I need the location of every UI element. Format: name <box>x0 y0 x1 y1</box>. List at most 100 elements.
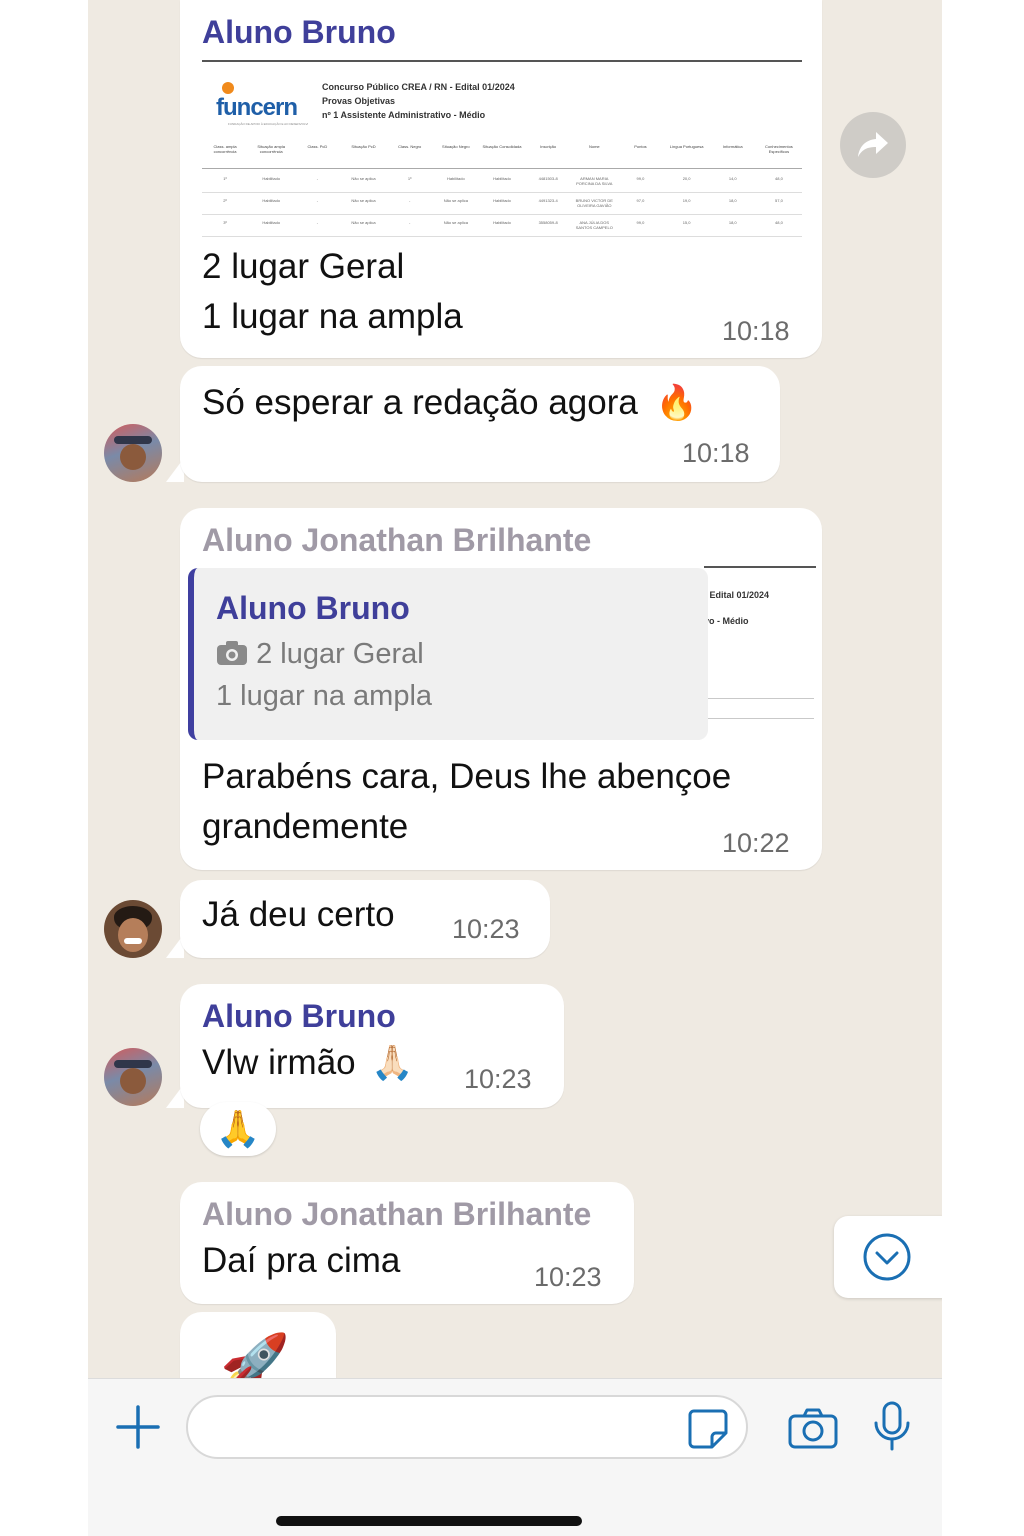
message-bubble[interactable]: Aluno Jonathan Brilhante Daí pra cima 10… <box>180 1182 634 1304</box>
rocket-sticker: 🚀 <box>220 1331 290 1378</box>
table-cell: Habilitado <box>262 220 281 225</box>
results-table: Class. ampla concorrência Situação ampla … <box>202 142 802 242</box>
attach-button[interactable] <box>114 1403 162 1451</box>
document-image[interactable]: funcern FUNDAÇÃO DE APOIO À EDUCAÇÃO E A… <box>202 60 802 242</box>
table-cell: Habilitado <box>262 198 281 203</box>
plus-icon <box>116 1405 160 1449</box>
quoted-sender: Aluno Bruno <box>216 590 410 626</box>
message-bubble[interactable]: Aluno Bruno funcern FUNDAÇÃO DE APOIO À … <box>180 0 822 358</box>
table-header: Class. ampla concorrência Situação ampla … <box>202 142 802 169</box>
message-sender[interactable]: Aluno Jonathan Brilhante <box>202 1196 591 1233</box>
table-header-cell: Class. PcD <box>307 144 328 149</box>
message-list[interactable]: Aluno Bruno funcern FUNDAÇÃO DE APOIO À … <box>88 0 942 1378</box>
message-bubble[interactable]: Já deu certo 10:23 <box>180 880 550 958</box>
table-cell: 48,0 <box>775 176 783 181</box>
message-sender[interactable]: Aluno Bruno <box>202 998 396 1035</box>
table-cell: 2º <box>223 198 227 203</box>
table-cell: 18,0 <box>728 220 737 225</box>
forward-button[interactable] <box>840 112 906 178</box>
table-cell: - <box>316 176 319 181</box>
camera-button[interactable] <box>788 1407 838 1449</box>
table-cell: 18,0 <box>728 198 737 203</box>
avatar[interactable] <box>104 900 162 958</box>
table-cell: Não se aplica <box>351 198 376 203</box>
message-text: Daí pra cima <box>202 1241 401 1280</box>
table-header-cell: Nome <box>588 144 600 149</box>
message-time: 10:23 <box>534 1262 602 1292</box>
table-cell: 48,0 <box>775 220 783 225</box>
table-cell: Não se aplica <box>351 220 376 225</box>
table-cell: 14,0 <box>728 176 737 181</box>
table-row: 2º Habilitado - Não se aplica - Não se aplica… <box>202 194 802 215</box>
table-cell: ANA JÚLIA DOS SANTOS CAMPELO <box>575 220 613 230</box>
table-cell: Não se aplica <box>443 220 468 225</box>
message-text: Já deu certo <box>202 895 395 934</box>
table-cell: - <box>409 198 411 203</box>
home-indicator[interactable] <box>276 1516 582 1526</box>
message-time: 10:22 <box>722 828 790 858</box>
praying-hands-emoji: 🙏🏻 <box>371 1044 414 1082</box>
message-sender[interactable]: Aluno Jonathan Brilhante <box>202 522 591 559</box>
fire-emoji: 🔥 <box>655 384 698 422</box>
table-cell: - <box>409 220 411 225</box>
avatar[interactable] <box>104 424 162 482</box>
table-cell: 4481503-8 <box>538 176 558 181</box>
table-row: 3º Habilitado - Não se aplica - Não se aplica… <box>202 216 802 237</box>
table-cell: ARMAN MARIA PORCINA DA SILVA <box>576 176 613 186</box>
message-time: 10:23 <box>464 1064 532 1094</box>
message-time: 10:18 <box>722 316 790 346</box>
quoted-text: 2 lugar Geral <box>216 638 424 671</box>
table-cell: 3558059-8 <box>538 220 558 225</box>
message-text: Só esperar a redação agora 🔥 <box>202 383 698 422</box>
table-header-cell: Informática <box>722 144 743 149</box>
message-text: Vlw irmão 🙏🏻 <box>202 1043 414 1082</box>
camera-icon <box>217 641 247 665</box>
quoted-message[interactable]: Aluno Bruno 2 lugar Geral 1 lugar na amp… <box>188 568 708 740</box>
table-cell: 99,0 <box>636 220 645 225</box>
avatar[interactable] <box>104 1048 162 1106</box>
doc-header-line: nº 1 Assistente Administrativo - Médio <box>322 110 486 120</box>
table-cell: - <box>316 198 319 203</box>
sticker-button[interactable] <box>686 1407 730 1451</box>
table-header-cell: Situação ampla concorrência <box>257 144 285 154</box>
message-bubble[interactable]: Só esperar a redação agora 🔥 10:18 <box>180 366 780 482</box>
table-header-cell: Class. ampla concorrência <box>213 144 237 154</box>
voice-button[interactable] <box>872 1401 912 1453</box>
table-cell: Habilitado <box>493 176 511 181</box>
table-cell: - <box>316 220 319 225</box>
quoted-text: 1 lugar na ampla <box>216 680 433 712</box>
table-header-cell: Situação PcD <box>351 144 376 149</box>
quoted-image-preview: - Edital 01/2024 vo - Médio <box>704 566 816 744</box>
message-input[interactable] <box>186 1395 748 1459</box>
scroll-down-icon <box>863 1233 911 1281</box>
table-cell: 19,0 <box>682 198 691 203</box>
sticker-icon <box>688 1409 728 1449</box>
table-header-cell: Conhecimentos Específicos <box>765 144 793 154</box>
table-cell: Habilitado <box>446 176 465 181</box>
table-cell: 97,0 <box>636 198 645 203</box>
table-cell: Não se aplica <box>443 198 468 203</box>
message-bubble[interactable]: Aluno Jonathan Brilhante - Edital 01/202… <box>180 508 822 870</box>
message-text: grandemente <box>202 807 409 846</box>
table-header-cell: Pontos <box>634 144 647 149</box>
table-cell: Não se aplica <box>351 176 376 181</box>
table-cell: 57,0 <box>775 198 783 203</box>
table-header-cell: Língua Portuguesa <box>669 144 704 149</box>
table-cell: 15,0 <box>682 220 691 225</box>
sticker-message[interactable]: 🚀 <box>180 1312 336 1378</box>
message-text: Parabéns cara, Deus lhe abençoe <box>202 757 732 796</box>
message-composer <box>88 1378 942 1536</box>
message-sender[interactable]: Aluno Bruno <box>202 14 396 51</box>
table-cell: Habilitado <box>493 198 511 203</box>
message-reaction[interactable]: 🙏 <box>200 1102 276 1156</box>
table-header-cell: Situação Consolidada <box>482 144 522 149</box>
table-cell: 99,0 <box>636 176 645 181</box>
message-bubble[interactable]: Aluno Bruno Vlw irmão 🙏🏻 10:23 <box>180 984 564 1108</box>
forward-icon <box>858 132 888 157</box>
table-cell: Habilitado <box>493 220 511 225</box>
scroll-to-bottom-button[interactable] <box>834 1216 942 1298</box>
table-header-cell: Situação Negro <box>442 144 470 149</box>
table-cell: 20,0 <box>682 176 691 181</box>
table-cell: 1º <box>223 176 227 181</box>
chat-screen: Aluno Bruno funcern FUNDAÇÃO DE APOIO À … <box>88 0 942 1536</box>
